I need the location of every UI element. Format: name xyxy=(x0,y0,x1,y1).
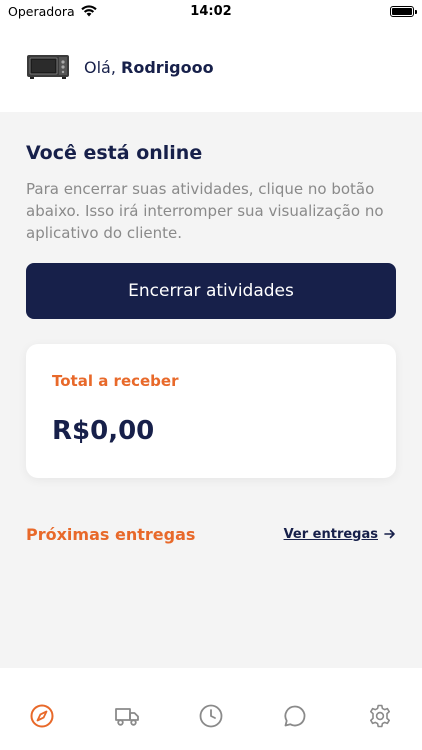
battery-icon xyxy=(390,5,417,17)
greeting-prefix: Olá, xyxy=(84,57,116,77)
compass-icon xyxy=(30,704,54,728)
gear-icon xyxy=(369,704,390,728)
tab-compass[interactable] xyxy=(27,701,57,731)
online-description: Para encerrar suas atividades, clique no… xyxy=(26,180,384,242)
tab-bar xyxy=(0,668,422,750)
truck-icon xyxy=(114,708,139,726)
main-content: Você está online Para encerrar suas ativ… xyxy=(0,112,422,668)
status-left: Operadora xyxy=(8,4,97,19)
balance-value: R$0,00 xyxy=(52,416,155,446)
tab-history[interactable] xyxy=(196,701,226,731)
battery-fill xyxy=(392,7,412,15)
greeting: Olá, Rodrigooo xyxy=(84,58,214,77)
online-title: Você está online xyxy=(26,142,203,164)
end-activities-button[interactable]: Encerrar atividades xyxy=(26,263,396,319)
tab-chat[interactable] xyxy=(280,701,310,731)
balance-label: Total a receber xyxy=(52,372,179,390)
deliveries-title: Próximas entregas xyxy=(26,524,196,544)
see-deliveries-label: Ver entregas xyxy=(283,526,378,542)
tab-deliveries[interactable] xyxy=(112,701,142,731)
clock-icon xyxy=(199,704,223,728)
deliveries-row: Próximas entregas Ver entregas xyxy=(26,522,396,546)
status-bar: Operadora 14:02 xyxy=(0,0,422,22)
carrier-label: Operadora xyxy=(8,3,75,19)
header: Olá, Rodrigooo xyxy=(0,22,422,112)
oven-icon xyxy=(26,54,70,80)
see-deliveries-link[interactable]: Ver entregas xyxy=(284,527,396,542)
chat-bubble-icon xyxy=(284,705,306,727)
user-name: Rodrigooo xyxy=(121,57,214,77)
tab-settings[interactable] xyxy=(365,701,395,731)
balance-card: Total a receber R$0,00 xyxy=(26,344,396,478)
arrow-right-icon xyxy=(384,529,395,539)
wifi-icon xyxy=(80,5,97,17)
